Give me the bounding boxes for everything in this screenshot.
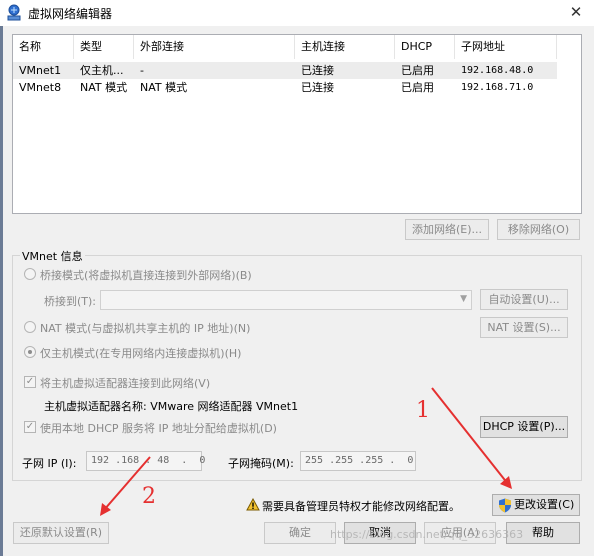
table-row[interactable]: VMnet1 仅主机... - 已连接 已启用 192.168.48.0 bbox=[13, 62, 557, 79]
watermark: https://blog.csdn.net/qq_32636363 bbox=[330, 528, 524, 541]
cell-subnet: 192.168.48.0 bbox=[461, 65, 534, 76]
nat-mode-radio[interactable] bbox=[24, 321, 36, 333]
column-header-host[interactable]: 主机连接 bbox=[295, 35, 395, 59]
dhcp-checkbox[interactable]: ✓ bbox=[24, 421, 36, 433]
cell-type: NAT 模式 bbox=[80, 81, 128, 94]
cell-host: 已连接 bbox=[301, 81, 334, 94]
adapter-name-label: 主机虚拟适配器名称: VMware 网络适配器 VMnet1 bbox=[44, 400, 299, 413]
column-header-subnet[interactable]: 子网地址 bbox=[455, 35, 557, 59]
window-edge bbox=[0, 26, 3, 556]
network-editor-icon bbox=[6, 4, 22, 22]
cell-subnet: 192.168.71.0 bbox=[461, 82, 534, 93]
auto-settings-button[interactable]: 自动设置(U)... bbox=[480, 289, 568, 310]
cell-type: 仅主机... bbox=[80, 64, 124, 77]
dhcp-label: 使用本地 DHCP 服务将 IP 地址分配给虚拟机(D) bbox=[40, 422, 277, 435]
cell-name: VMnet1 bbox=[19, 64, 62, 77]
table-header: 名称 类型 外部连接 主机连接 DHCP 子网地址 bbox=[13, 35, 557, 59]
nat-settings-button[interactable]: NAT 设置(S)... bbox=[480, 317, 568, 338]
host-only-label: 仅主机模式(在专用网络内连接虚拟机)(H) bbox=[40, 347, 242, 360]
bridge-mode-label: 桥接模式(将虚拟机直接连接到外部网络)(B) bbox=[40, 269, 252, 282]
restore-defaults-button[interactable]: 还原默认设置(R) bbox=[13, 522, 109, 544]
ok-button[interactable]: 确定 bbox=[264, 522, 336, 544]
cell-dhcp: 已启用 bbox=[401, 81, 434, 94]
add-network-button[interactable]: 添加网络(E)... bbox=[405, 219, 489, 240]
column-header-type[interactable]: 类型 bbox=[74, 35, 134, 59]
column-header-name[interactable]: 名称 bbox=[13, 35, 74, 59]
close-icon[interactable]: ✕ bbox=[566, 2, 586, 22]
cell-name: VMnet8 bbox=[19, 81, 62, 94]
column-header-dhcp[interactable]: DHCP bbox=[395, 35, 455, 59]
table-row[interactable]: VMnet8 NAT 模式 NAT 模式 已连接 已启用 192.168.71.… bbox=[13, 79, 557, 96]
remove-network-button[interactable]: 移除网络(O) bbox=[497, 219, 580, 240]
annotation-arrowhead-two bbox=[100, 503, 111, 516]
chevron-down-icon: ▼ bbox=[460, 294, 467, 304]
warning-icon bbox=[246, 497, 260, 512]
cell-dhcp: 已启用 bbox=[401, 64, 434, 77]
bridge-to-label: 桥接到(T): bbox=[44, 295, 97, 308]
uac-shield-icon bbox=[498, 498, 512, 513]
host-only-radio[interactable] bbox=[24, 346, 36, 358]
cell-host: 已连接 bbox=[301, 64, 334, 77]
change-settings-button[interactable]: 更改设置(C) bbox=[492, 494, 580, 516]
cell-external: - bbox=[140, 64, 144, 77]
bridge-to-select[interactable]: ▼ bbox=[100, 290, 472, 310]
subnet-ip-field[interactable]: 192 .168 . 48 . 0 bbox=[86, 451, 205, 471]
subnet-ip-label: 子网 IP (I): bbox=[22, 457, 77, 470]
vmnet-info-label: VMnet 信息 bbox=[20, 248, 85, 264]
connect-adapter-label: 将主机虚拟适配器连接到此网络(V) bbox=[40, 377, 211, 390]
annotation-number-two: 2 bbox=[142, 484, 156, 509]
window-title: 虚拟网络编辑器 bbox=[28, 7, 113, 21]
connect-adapter-checkbox[interactable]: ✓ bbox=[24, 376, 36, 388]
cell-external: NAT 模式 bbox=[140, 81, 188, 94]
subnet-mask-field[interactable]: 255 .255 .255 . 0 bbox=[300, 451, 416, 471]
admin-warning-text: 需要具备管理员特权才能修改网络配置。 bbox=[262, 500, 460, 513]
column-header-external[interactable]: 外部连接 bbox=[134, 35, 295, 59]
change-settings-label: 更改设置(C) bbox=[514, 498, 575, 511]
bridge-mode-radio[interactable] bbox=[24, 268, 36, 280]
annotation-number-one: 1 bbox=[416, 398, 430, 423]
subnet-mask-label: 子网掩码(M): bbox=[228, 457, 294, 470]
dhcp-settings-button[interactable]: DHCP 设置(P)... bbox=[480, 416, 568, 438]
nat-mode-label: NAT 模式(与虚拟机共享主机的 IP 地址)(N) bbox=[40, 322, 251, 335]
network-table[interactable]: 名称 类型 外部连接 主机连接 DHCP 子网地址 VMnet1 仅主机... … bbox=[12, 34, 582, 214]
